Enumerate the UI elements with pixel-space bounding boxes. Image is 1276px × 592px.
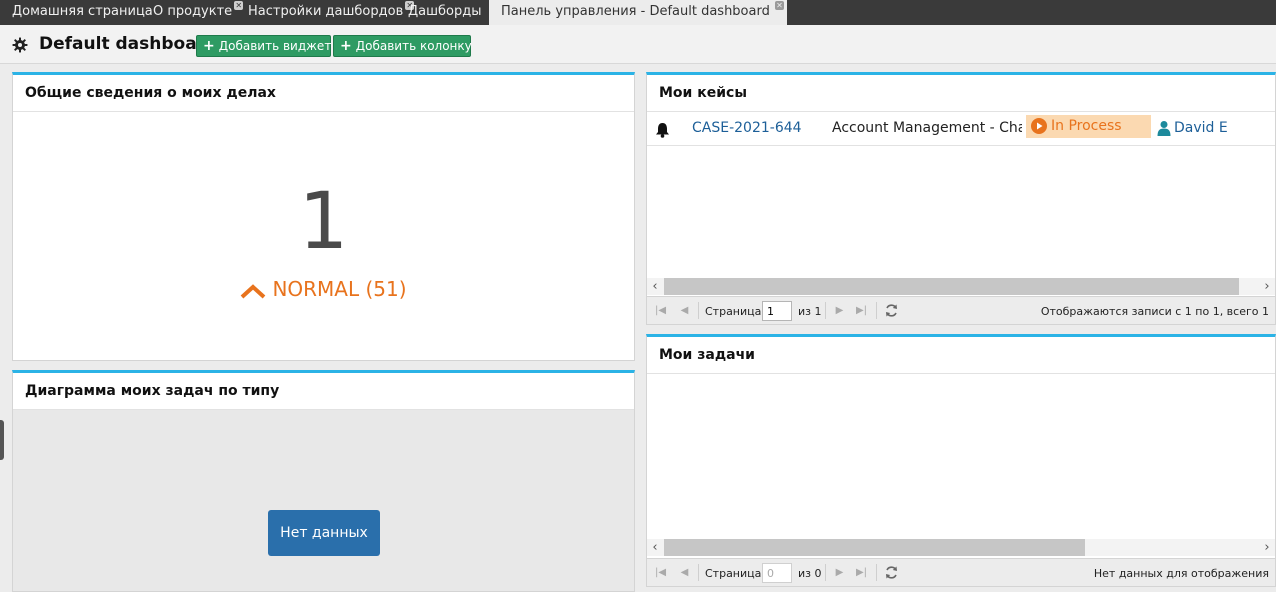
widget-title: Мои задачи — [647, 337, 1275, 374]
tab-label: Настройки дашбордов — [248, 4, 404, 19]
tasks-pager: |◀ ◀ Страница из 0 ▶ ▶| Нет данных для о… — [647, 558, 1275, 586]
records-info: Нет данных для отображения — [1093, 567, 1269, 580]
scroll-left-icon[interactable]: ‹ — [647, 278, 663, 295]
tab-label: Панель управления - Default dashboard — [501, 4, 770, 19]
gear-icon[interactable] — [12, 37, 28, 53]
tab-home[interactable]: Домашняя страница — [0, 0, 163, 25]
page-label: Страница — [705, 567, 762, 580]
page-total-label: из 0 — [798, 567, 822, 580]
pager-divider — [698, 302, 699, 319]
tab-label: Дашборды — [408, 4, 482, 19]
button-label: Добавить виджет — [218, 39, 332, 53]
next-page-icon[interactable]: ▶ — [833, 304, 846, 317]
tasks-chart-widget: Диаграмма моих задач по типу Нет данных — [12, 370, 635, 592]
chart-area: Нет данных — [13, 410, 634, 591]
page-label: Страница — [705, 305, 762, 318]
status-badge: In Process — [1026, 115, 1151, 138]
add-widget-button[interactable]: + Добавить виджет — [196, 35, 331, 57]
case-title: Account Management - Cha... — [832, 120, 1022, 136]
scroll-right-icon[interactable]: › — [1259, 539, 1275, 556]
page-total-label: из 1 — [798, 305, 822, 318]
scrollbar-thumb[interactable] — [664, 539, 1085, 556]
user-icon — [1157, 121, 1171, 136]
first-page-icon[interactable]: |◀ — [654, 566, 667, 579]
page-number-input[interactable] — [762, 301, 792, 321]
prev-page-icon[interactable]: ◀ — [678, 304, 691, 317]
page-number-input[interactable] — [762, 563, 792, 583]
pager-divider — [825, 564, 826, 581]
scroll-left-icon[interactable]: ‹ — [647, 539, 663, 556]
play-icon — [1031, 118, 1047, 134]
pager-divider — [698, 564, 699, 581]
my-tasks-widget: Мои задачи ‹ › |◀ ◀ Страница из 0 ▶ ▶| Н… — [646, 334, 1276, 587]
tab-label: Домашняя страница — [12, 4, 153, 19]
widget-title: Диаграмма моих задач по типу — [13, 373, 634, 410]
widget-title: Мои кейсы — [647, 75, 1275, 112]
pager-divider — [876, 564, 877, 581]
last-page-icon[interactable]: ▶| — [855, 566, 868, 579]
horizontal-scrollbar[interactable]: ‹ › — [647, 539, 1275, 556]
table-row[interactable]: CASE-2021-644 Account Management - Cha..… — [647, 112, 1275, 146]
horizontal-scrollbar[interactable]: ‹ › — [647, 278, 1275, 295]
tab-label: О продукте — [153, 4, 233, 19]
close-icon[interactable]: ✕ — [775, 1, 784, 10]
trend-indicator: NORMAL (51) — [13, 277, 634, 301]
button-label: Добавить колонку — [355, 39, 472, 53]
last-page-icon[interactable]: ▶| — [855, 304, 868, 317]
plus-icon: + — [340, 38, 352, 54]
tab-dashboards[interactable]: Дашборды — [396, 0, 492, 25]
bell-icon — [656, 123, 669, 138]
cases-pager: |◀ ◀ Страница из 1 ▶ ▶| Отображаются зап… — [647, 296, 1275, 324]
scrollbar-thumb[interactable] — [664, 278, 1239, 295]
scroll-right-icon[interactable]: › — [1259, 278, 1275, 295]
owner-link[interactable]: David E — [1157, 120, 1228, 136]
page-title: Default dashboard — [39, 34, 218, 54]
chevron-up-icon — [241, 284, 266, 299]
next-page-icon[interactable]: ▶ — [833, 566, 846, 579]
tab-default-dashboard[interactable]: Панель управления - Default dashboard ✕ — [489, 0, 787, 25]
tab-bar: Домашняя страница О продукте ✕ Настройки … — [0, 0, 1276, 25]
tab-dashboard-settings[interactable]: Настройки дашбордов ✕ — [236, 0, 415, 25]
case-number-link[interactable]: CASE-2021-644 — [692, 120, 802, 136]
pager-divider — [825, 302, 826, 319]
case-count: 1 — [298, 177, 349, 267]
collapse-handle[interactable] — [0, 420, 4, 460]
tab-about[interactable]: О продукте ✕ — [141, 0, 244, 25]
status-label: In Process — [1051, 118, 1122, 134]
summary-widget: Общие сведения о моих делах 1 NORMAL (51… — [12, 72, 635, 361]
pager-divider — [876, 302, 877, 319]
trend-label: NORMAL (51) — [272, 277, 407, 301]
refresh-icon[interactable] — [884, 565, 899, 580]
no-data-button[interactable]: Нет данных — [268, 510, 380, 556]
plus-icon: + — [203, 38, 215, 54]
widget-title: Общие сведения о моих делах — [13, 75, 634, 112]
records-info: Отображаются записи с 1 по 1, всего 1 — [1040, 305, 1269, 318]
add-column-button[interactable]: + Добавить колонку — [333, 35, 472, 57]
first-page-icon[interactable]: |◀ — [654, 304, 667, 317]
refresh-icon[interactable] — [884, 303, 899, 318]
dashboard-toolbar: Default dashboard + Добавить виджет + Доба… — [0, 25, 1276, 64]
prev-page-icon[interactable]: ◀ — [678, 566, 691, 579]
my-cases-widget: Мои кейсы CASE-2021-644 Account Manageme… — [646, 72, 1276, 325]
